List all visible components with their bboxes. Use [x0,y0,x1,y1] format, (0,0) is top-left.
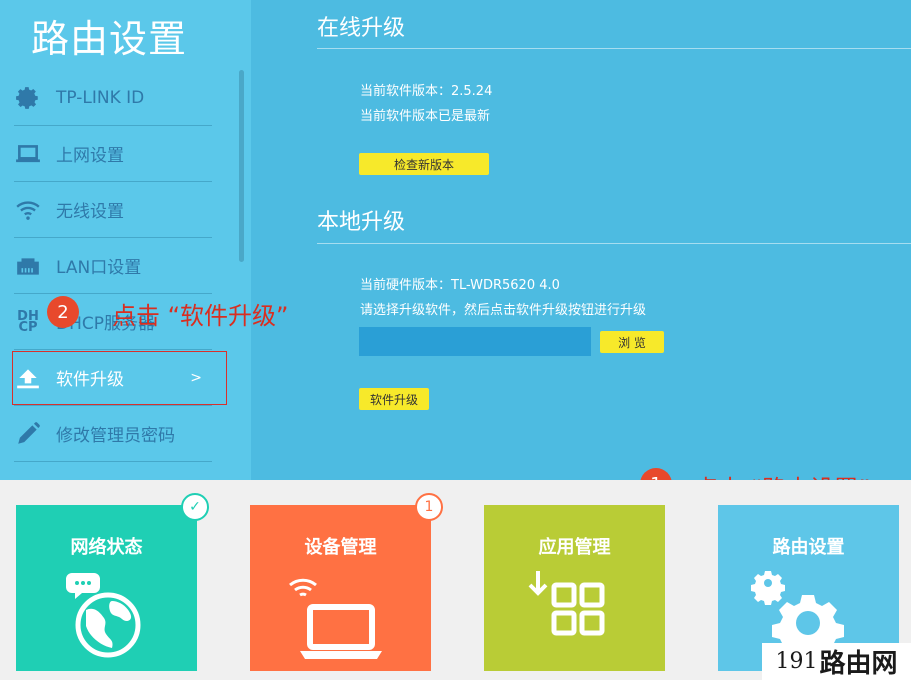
sidebar-item-internet[interactable]: 上网设置 [14,126,212,182]
upgrade-instruction: 请选择升级软件，然后点击软件升级按钮进行升级 [360,303,647,318]
tile-label: 应用管理 [538,537,611,558]
main-panel: 在线升级 当前软件版本：2.5.24 当前软件版本已是最新 检查新版本 本地升级… [251,0,911,480]
local-upgrade-title: 本地升级 [317,210,406,235]
software-upgrade-button[interactable]: 软件升级 [359,388,429,410]
divider [317,243,911,244]
sidebar-item-label: LAN口设置 [56,258,142,278]
check-update-button[interactable]: 检查新版本 [359,153,489,175]
tile-device-management[interactable]: 1 设备管理 [250,493,443,671]
sidebar-item-tplink-id[interactable]: TP-LINK ID [14,70,212,126]
sidebar-item-label: TP-LINK ID [56,87,145,108]
sidebar-title: 路由设置 [31,17,188,61]
tile-label: 路由设置 [772,537,845,558]
sidebar-item-label: 上网设置 [56,146,124,166]
highlight-box [12,351,227,405]
sidebar-scrollbar[interactable] [239,70,245,480]
file-path-input[interactable] [359,327,591,356]
sidebar-item-label: 无线设置 [56,202,124,222]
wifi-icon [14,196,42,224]
scrollbar-thumb[interactable] [239,70,244,262]
sidebar-item-wireless[interactable]: 无线设置 [14,182,212,238]
sidebar-item-admin-password[interactable]: 修改管理员密码 [14,406,212,462]
laptop-wifi-icon [289,578,382,659]
sidebar-item-label: 修改管理员密码 [56,426,175,446]
version-status: 当前软件版本已是最新 [360,109,491,124]
sidebar: 路由设置 TP-LINK ID 上网设置 无线设置 LAN口设置 DH CP D… [0,0,251,480]
watermark-text: 路由网 [819,649,898,679]
browse-button[interactable]: 浏 览 [600,331,664,353]
apps-grid-icon [528,571,605,636]
pencil-icon [14,420,42,448]
gear-icon [14,84,42,112]
tile-app-management[interactable]: 应用管理 [484,505,665,671]
watermark-logo: 191 路由网 [762,643,911,680]
online-upgrade-title: 在线升级 [317,16,406,41]
tile-network-status[interactable]: ✓ 网络状态 [16,493,209,671]
check-icon: ✓ [181,493,209,521]
watermark-number: 191 [775,649,818,674]
lan-port-icon [14,252,42,280]
count-badge: 1 [415,493,443,521]
tile-label: 设备管理 [304,537,377,558]
step-badge-2: 2 [47,296,79,328]
globe-chat-icon [66,573,141,658]
divider [317,48,911,49]
current-software-version: 当前软件版本：2.5.24 [360,84,493,99]
tile-label: 网络状态 [70,537,143,558]
hardware-version: 当前硬件版本：TL-WDR5620 4.0 [360,278,560,293]
laptop-icon [14,140,42,168]
sidebar-item-lan[interactable]: LAN口设置 [14,238,212,294]
dhcp-icon: DH CP [17,308,39,335]
step2-annotation: 点击 “软件升级” [112,302,289,330]
